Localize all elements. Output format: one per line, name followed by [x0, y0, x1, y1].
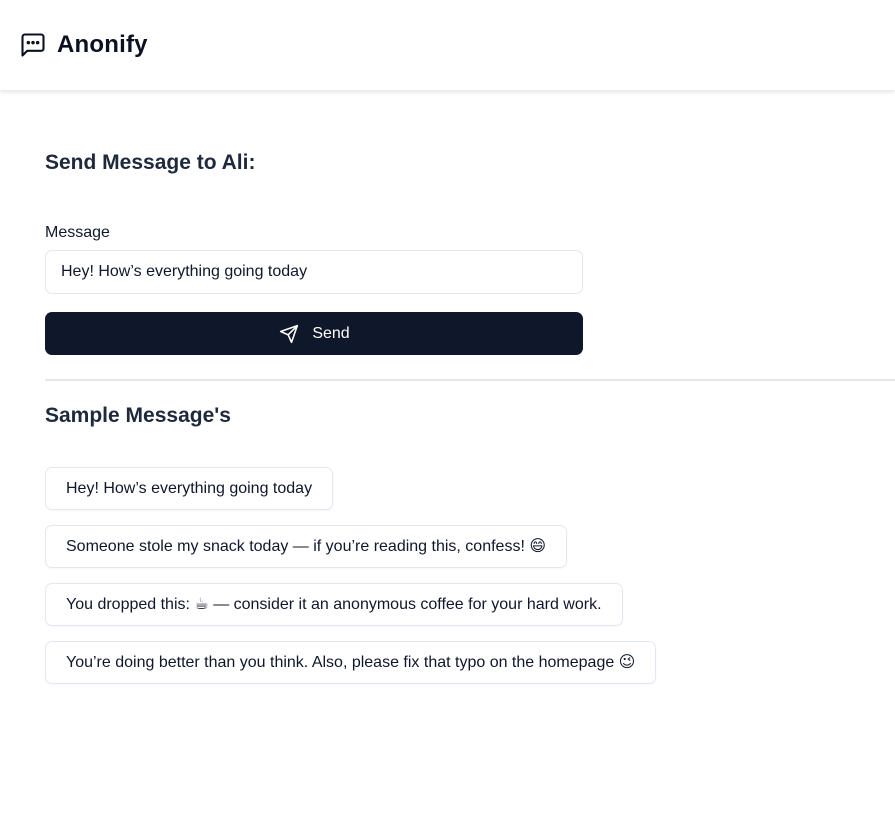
sample-message-button[interactable]: Hey! How’s everything going today	[45, 467, 334, 510]
sample-section-title: Sample Message's	[45, 404, 231, 427]
send-button[interactable]: Send	[45, 312, 583, 355]
sample-message-button[interactable]: You dropped this: ☕ — consider it an ano…	[45, 583, 623, 626]
send-icon	[278, 323, 300, 345]
sample-message-list: Hey! How’s everything going today Someon…	[45, 467, 657, 699]
divider	[45, 379, 895, 381]
send-button-label: Send	[312, 324, 350, 342]
message-square-dots-icon	[19, 31, 47, 59]
sample-message-button[interactable]: Someone stole my snack today — if you’re…	[45, 525, 568, 568]
app-name[interactable]: Anonify	[57, 31, 148, 59]
send-section-title: Send Message to Ali:	[45, 151, 256, 174]
message-input[interactable]	[45, 250, 583, 294]
sample-message-button[interactable]: You’re doing better than you think. Also…	[45, 641, 657, 684]
message-label: Message	[45, 224, 110, 241]
navbar: Anonify	[0, 0, 895, 90]
